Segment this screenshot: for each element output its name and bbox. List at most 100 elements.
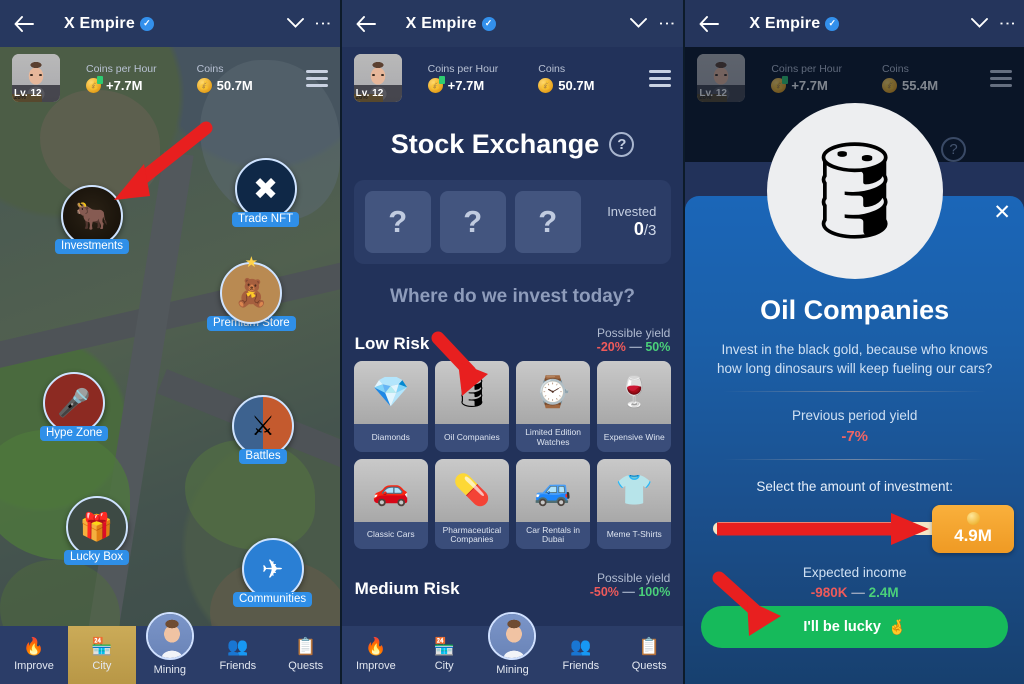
coin-icon (966, 512, 980, 525)
close-icon[interactable]: ✕ (993, 202, 1011, 223)
investment-grid: 💎 Diamonds 🛢 Oil Companies ⌚ Limited Edi… (342, 361, 684, 550)
nav-item-quests[interactable]: 📋 Quests (615, 626, 683, 684)
nav-item-quests[interactable]: 📋 Quests (272, 626, 340, 684)
investment-card[interactable]: 🛢 Oil Companies (434, 361, 509, 452)
gift-icon: 🎁 (65, 496, 128, 558)
avatar[interactable]: 26% Lv. 12 (353, 54, 402, 102)
nav-item-city[interactable]: 🏪 City (410, 626, 478, 684)
panel-city: X Empire ✓ ⋮ Lv. 12 Coins per Hour 💰 +7.… (0, 0, 340, 684)
coins-per-hour-value: +7.7M (447, 78, 485, 93)
poi-premium-store[interactable]: ★ 🧸 Premium Store (207, 254, 296, 331)
previous-yield-value: -7% (841, 428, 869, 445)
store-icon: 🏪 (91, 637, 113, 656)
telegram-plane-icon: ✈ (241, 538, 304, 600)
overflow-menu-icon[interactable]: ⋮ (657, 15, 676, 32)
teddy-icon: 🧸 (220, 262, 283, 324)
poi-battles[interactable]: ⚔ Battles (232, 395, 294, 464)
investment-name: Pharmaceutical Companies (442, 524, 502, 545)
nav-item-improve[interactable]: 🔥 Improve (0, 626, 68, 684)
coins-label: Coins (881, 63, 909, 75)
app-title-3: X Empire ✓ (749, 15, 840, 33)
page-title-text: Stock Exchange (390, 129, 600, 159)
nav-item-city[interactable]: 🏪 City (67, 626, 136, 684)
chevron-down-icon[interactable] (630, 15, 648, 32)
telegram-header-1: X Empire ✓ ⋮ (0, 0, 340, 47)
flame-icon: 🔥 (23, 637, 45, 656)
chevron-down-icon[interactable] (286, 15, 304, 32)
coins-per-hour-value: +7.7M (791, 78, 828, 93)
coin-icon (881, 78, 897, 93)
expected-sep: — (851, 585, 865, 600)
bull-icon: 🐂 (61, 185, 123, 247)
investment-card[interactable]: 💊 Pharmaceutical Companies (434, 458, 509, 550)
coins-label: Coins (538, 63, 566, 75)
header-actions-3: ⋮ (971, 15, 1017, 32)
coins-per-hour-label: Coins per Hour (427, 63, 499, 75)
nav-label: Mining (153, 664, 187, 676)
invested-label: Invested (607, 204, 657, 219)
stat-bar-3: 26% Lv. 12 Coins per Hour +7.7M Coins 55… (685, 47, 1024, 109)
investment-card[interactable]: ⌚ Limited Edition Watches (516, 361, 591, 452)
back-arrow-icon[interactable] (12, 12, 36, 36)
coin-icon (427, 76, 445, 93)
nav-item-friends[interactable]: 👥 Friends (547, 626, 615, 684)
poi-communities[interactable]: ✈ Communities (233, 538, 313, 607)
nav-item-mining[interactable]: Mining (136, 612, 204, 684)
app-title-text: X Empire (405, 14, 477, 32)
wine-icon: 🍷 (597, 361, 672, 424)
investment-card[interactable]: 💎 Diamonds (353, 361, 428, 452)
chevron-down-icon[interactable] (971, 15, 988, 32)
yield-max: 50% (645, 340, 671, 354)
nav-label: City (434, 660, 454, 672)
oil-pump-hero-icon: 🛢 (766, 103, 943, 279)
pills-icon: 💊 (434, 458, 509, 522)
app-title-2: X Empire ✓ (406, 15, 496, 33)
nav-label: Quests (288, 660, 324, 672)
hamburger-icon[interactable] (649, 69, 672, 87)
modal-description: Invest in the black gold, because who kn… (716, 342, 993, 377)
investment-card[interactable]: 🍷 Expensive Wine (597, 361, 672, 452)
coins-per-hour-label: Coins per Hour (771, 63, 842, 75)
page-subtitle: Where do we invest today? (390, 286, 635, 307)
invested-slot[interactable]: ? (364, 191, 431, 253)
bottom-nav-1: 🔥 Improve 🏪 City Mining 👥 Friends 📋 Ques… (0, 612, 340, 684)
nav-item-mining[interactable]: Mining (478, 612, 546, 684)
ill-be-lucky-button[interactable]: I'll be lucky 🤞 (701, 606, 1009, 648)
investment-slider[interactable]: 4.9M (713, 505, 1015, 553)
overflow-menu-icon[interactable]: ⋮ (998, 15, 1017, 32)
invested-slot[interactable]: ? (439, 191, 506, 253)
slider-track[interactable] (713, 522, 969, 535)
slider-thumb[interactable]: 4.9M (932, 505, 1015, 553)
previous-yield-label: Previous period yield (792, 408, 918, 423)
overflow-menu-icon[interactable]: ⋮ (314, 15, 333, 32)
back-arrow-icon[interactable] (354, 12, 378, 36)
divider (723, 459, 987, 460)
coins-per-hour-label: Coins per Hour (86, 63, 157, 75)
poi-investments[interactable]: 🐂 Investments (55, 185, 129, 254)
invested-count: 0 (633, 219, 644, 239)
clipboard-icon: 📋 (638, 637, 660, 656)
tshirt-icon: 👕 (597, 458, 672, 522)
flame-icon: 🔥 (365, 637, 387, 656)
hamburger-icon[interactable] (305, 69, 328, 87)
help-icon[interactable]: ? (609, 132, 635, 157)
clipboard-icon: 📋 (295, 637, 317, 656)
avatar[interactable]: 26% Lv. 12 (12, 54, 60, 102)
invested-slot[interactable]: ? (514, 191, 581, 253)
investment-card[interactable]: 🚗 Classic Cars (353, 458, 428, 550)
coin-icon (771, 76, 789, 93)
app-title-1: X Empire ✓ (64, 15, 154, 33)
poi-lucky-box[interactable]: 🎁 Lucky Box (64, 496, 130, 565)
coin-icon (86, 76, 103, 93)
nav-label: Friends (562, 660, 600, 672)
back-arrow-icon[interactable] (697, 12, 721, 36)
nav-item-improve[interactable]: 🔥 Improve (342, 626, 410, 684)
investment-card[interactable]: 🚙 Car Rentals in Dubai (516, 458, 591, 550)
nav-item-friends[interactable]: 👥 Friends (204, 626, 272, 684)
friends-icon: 👥 (227, 637, 249, 656)
stat-bar-2: 26% Lv. 12 Coins per Hour +7.7M Coins 50… (342, 47, 684, 109)
investment-card[interactable]: 👕 Meme T-Shirts (597, 458, 672, 550)
coins-per-hour-stat: Coins per Hour +7.7M (771, 63, 842, 93)
poi-hype-zone[interactable]: 🎤 Hype Zone (40, 372, 109, 441)
poi-trade-nft[interactable]: ✖ Trade NFT (232, 158, 300, 227)
